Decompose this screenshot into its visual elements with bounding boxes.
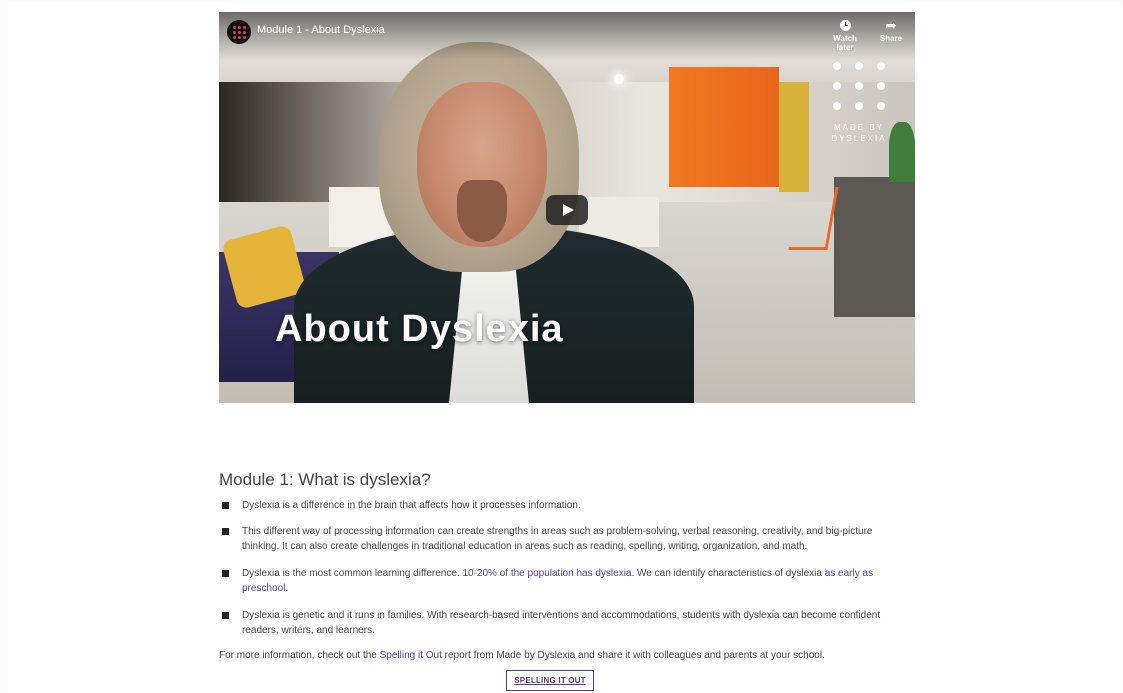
list-item: Dyslexia is genetic and it runs in famil… [219,608,909,638]
bullet-text: Dyslexia is genetic and it runs in famil… [242,610,881,636]
button-wrapper: SPELLING IT OUT [219,670,909,691]
bullet-text: . [285,583,289,594]
more-info-before: For more information, check out the [219,650,380,661]
module-bullet-list: Dyslexia is a difference in the brain th… [219,498,909,638]
watch-later-label: Watch later [833,34,857,52]
video-scene-yellow-wall [779,82,809,192]
clock-icon [839,20,851,31]
page: Module 1 - About Dyslexia Watch later ➦ … [8,2,1121,693]
video-scene-counter [834,177,915,317]
video-scene-plant [889,122,915,182]
bullet-text: Dyslexia is a difference in the brain th… [242,500,581,511]
watch-later-button[interactable]: Watch later [825,18,865,52]
more-info-text: For more information, check out the Spel… [219,648,909,663]
list-item: Dyslexia is the most common learning dif… [219,566,909,596]
population-statistic-link[interactable]: 10-20% of the population has dyslexia [462,568,631,579]
logo-dots-icon [829,62,889,110]
video-scene-orange-wall [669,67,779,187]
spelling-it-out-link[interactable]: Spelling it Out [380,650,442,661]
bullet-text: This different way of processing informa… [242,526,873,552]
play-button[interactable] [546,195,588,225]
module-heading: Module 1: What is dyslexia? [219,470,431,489]
list-item: Dyslexia is a difference in the brain th… [219,498,909,513]
bullet-text: Dyslexia is the most common learning dif… [242,568,463,579]
video-person-beard [457,180,507,242]
spelling-it-out-button[interactable]: SPELLING IT OUT [506,670,594,691]
share-label: Share [879,34,903,43]
video-title[interactable]: Module 1 - About Dyslexia [257,24,385,36]
list-item: This different way of processing informa… [219,524,909,554]
module-content: Module 1: What is dyslexia? Dyslexia is … [219,470,909,691]
share-button[interactable]: ➦ Share [871,18,911,43]
video-top-bar [219,12,915,60]
channel-avatar[interactable] [227,20,251,44]
share-arrow-icon: ➦ [885,17,897,33]
logo-text: MADE BY DYSLEXIA [831,123,887,143]
video-overlay-title: About Dyslexia [275,308,564,350]
bullet-text: . We can identify characteristics of dys… [631,568,825,579]
more-info-after: report from Made by Dyslexia and share i… [441,650,825,661]
video-scene-light [614,74,624,84]
made-by-dyslexia-logo: MADE BY DYSLEXIA [829,62,889,144]
video-player[interactable]: Module 1 - About Dyslexia Watch later ➦ … [219,12,915,403]
